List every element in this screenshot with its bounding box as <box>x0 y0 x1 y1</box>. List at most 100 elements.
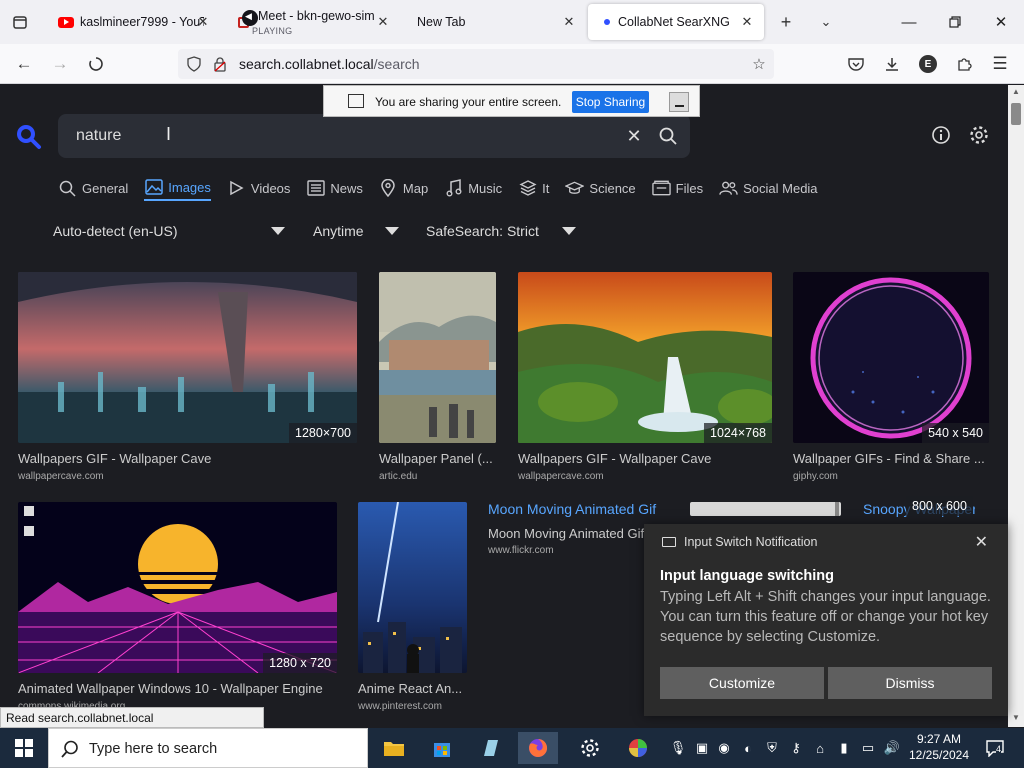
result-image-4[interactable]: 540 x 540 <box>793 272 989 443</box>
category-files[interactable]: Files <box>651 175 703 201</box>
result-image-5[interactable]: 1280 x 720 <box>18 502 337 673</box>
result-image-3[interactable]: 1024×768 <box>518 272 772 443</box>
taskbar-clock[interactable]: 9:27 AM 12/25/2024 <box>906 731 972 763</box>
result-image-1[interactable]: 1280×700 <box>18 272 357 443</box>
time-range-select[interactable]: Anytime <box>313 223 426 239</box>
close-icon[interactable]: ✕ <box>738 13 756 31</box>
forward-icon[interactable]: → <box>46 50 74 78</box>
account-avatar-icon[interactable]: E <box>914 50 942 78</box>
microphone-icon[interactable]: 🎙 <box>670 738 687 758</box>
lock-icon[interactable] <box>210 54 230 74</box>
back-icon[interactable]: ← <box>10 50 38 78</box>
tab-title: CollabNet SearXNG <box>618 15 730 29</box>
customize-button[interactable]: Customize <box>660 667 824 699</box>
result-title[interactable]: Wallpapers GIF - Wallpaper Cave <box>18 451 357 466</box>
loading-spinner-icon[interactable] <box>82 50 110 78</box>
scroll-down-icon[interactable]: ▼ <box>1011 713 1021 722</box>
page-scrollbar[interactable]: ▲ ▼ <box>1008 85 1024 727</box>
result-image-2[interactable] <box>379 272 496 443</box>
usb-icon[interactable]: ⌂ <box>812 738 828 758</box>
edge-icon[interactable]: ◐ <box>740 738 756 758</box>
search-input[interactable]: nature <box>76 127 121 145</box>
taskbar-search-placeholder: Type here to search <box>89 741 218 757</box>
shield-tray-icon[interactable]: ⛨ <box>764 738 780 758</box>
window-close-icon[interactable]: ✕ <box>978 8 1024 36</box>
minimize-share-bar-icon[interactable] <box>669 92 689 112</box>
close-icon[interactable]: ✕ <box>560 13 578 31</box>
color-wheel-app-icon[interactable] <box>618 732 658 764</box>
notification-center-icon[interactable]: 4 <box>984 738 1006 758</box>
category-music[interactable]: Music <box>444 175 502 201</box>
address-bar[interactable]: search.collabnet.local/search ☆ <box>178 49 774 79</box>
result-title[interactable]: Wallpapers GIF - Wallpaper Cave <box>518 451 772 466</box>
search-icon[interactable] <box>656 124 680 148</box>
result-domain: wallpapercave.com <box>18 471 104 482</box>
result-image-6[interactable] <box>358 502 467 673</box>
scroll-up-icon[interactable]: ▲ <box>1011 87 1021 96</box>
windows-start-icon[interactable] <box>0 728 48 768</box>
result-title[interactable]: Wallpaper GIFs - Find & Share ... <box>793 451 989 466</box>
volume-icon[interactable]: 🔊 <box>884 738 900 758</box>
tab-new-tab[interactable]: New Tab ✕ <box>408 4 586 40</box>
category-images[interactable]: Images <box>144 175 211 201</box>
scroll-thumb[interactable] <box>1011 103 1021 125</box>
speaker-icon <box>242 10 258 26</box>
network-icon[interactable]: ▭ <box>860 738 876 758</box>
microphone-tray-icon[interactable]: ▮ <box>836 738 852 758</box>
close-icon[interactable]: ✕ <box>194 13 212 31</box>
settings-gear-icon[interactable] <box>570 732 610 764</box>
close-icon[interactable]: ✕ <box>975 532 988 552</box>
category-videos[interactable]: Videos <box>227 175 290 201</box>
notification-body: Typing Left Alt + Shift changes your inp… <box>660 589 991 645</box>
result-title[interactable]: Wallpaper Panel (... <box>379 451 496 466</box>
language-select[interactable]: Auto-detect (en-US) <box>53 223 291 239</box>
category-science[interactable]: Science <box>565 175 636 201</box>
menu-hamburger-icon[interactable]: ☰ <box>986 50 1014 78</box>
tab-list-icon[interactable] <box>8 10 32 34</box>
category-news[interactable]: News <box>306 175 363 201</box>
result-title[interactable]: Moon Moving Animated Gif <box>488 526 658 541</box>
file-explorer-icon[interactable] <box>374 732 414 764</box>
bookmark-star-icon[interactable]: ☆ <box>749 54 769 74</box>
extensions-icon[interactable] <box>950 50 978 78</box>
chevron-down-icon[interactable]: ⌄ <box>814 10 838 34</box>
stop-sharing-button[interactable]: Stop Sharing <box>572 91 649 113</box>
result-domain: artic.edu <box>379 471 418 482</box>
image-dimensions: 1280×700 <box>289 423 357 443</box>
dismiss-button[interactable]: Dismiss <box>828 667 992 699</box>
tab-youtube[interactable]: kaslmineer7999 - YouTube ✕ <box>50 4 220 40</box>
tab-title: kaslmineer7999 - YouTube <box>80 15 204 29</box>
safesearch-value: SafeSearch: Strict <box>426 223 539 239</box>
tab-searxng[interactable]: CollabNet SearXNG ✕ <box>588 4 764 40</box>
notes-app-icon[interactable] <box>470 732 510 764</box>
category-general[interactable]: General <box>58 175 128 201</box>
category-it[interactable]: It <box>518 175 549 201</box>
key-icon[interactable]: ⚷ <box>788 738 804 758</box>
minimize-icon[interactable]: — <box>886 8 932 36</box>
close-icon[interactable]: ✕ <box>374 13 392 31</box>
tab-meet[interactable]: Meet - bkn-gewo-sim PLAYING ✕ <box>230 4 400 40</box>
new-tab-icon[interactable]: + <box>774 10 798 34</box>
result-image-link[interactable]: Moon Moving Animated Gif <box>488 501 668 517</box>
gear-icon[interactable] <box>967 123 991 147</box>
maximize-icon[interactable] <box>932 8 978 36</box>
chrome-icon[interactable]: ◉ <box>716 738 732 758</box>
result-title[interactable]: Animated Wallpaper Windows 10 - Wallpape… <box>18 681 337 696</box>
download-icon[interactable] <box>878 50 906 78</box>
meet-tray-icon[interactable]: ▣ <box>694 738 710 758</box>
firefox-icon[interactable] <box>518 732 558 764</box>
category-social-media[interactable]: Social Media <box>719 175 818 201</box>
safesearch-select[interactable]: SafeSearch: Strict <box>426 223 576 239</box>
shield-icon[interactable] <box>184 54 204 74</box>
result-title[interactable]: Anime React An... <box>358 681 467 696</box>
microsoft-store-icon[interactable] <box>422 732 462 764</box>
pocket-icon[interactable] <box>842 50 870 78</box>
url-text[interactable]: search.collabnet.local/search <box>239 56 420 72</box>
searxng-logo-icon[interactable] <box>16 124 42 150</box>
clear-search-icon[interactable]: ✕ <box>622 124 646 148</box>
result-image-8[interactable] <box>690 502 841 516</box>
category-map[interactable]: Map <box>379 175 428 201</box>
search-box[interactable]: nature I ✕ <box>58 114 690 158</box>
taskbar-search[interactable]: Type here to search <box>48 728 368 768</box>
info-icon[interactable] <box>929 123 953 147</box>
